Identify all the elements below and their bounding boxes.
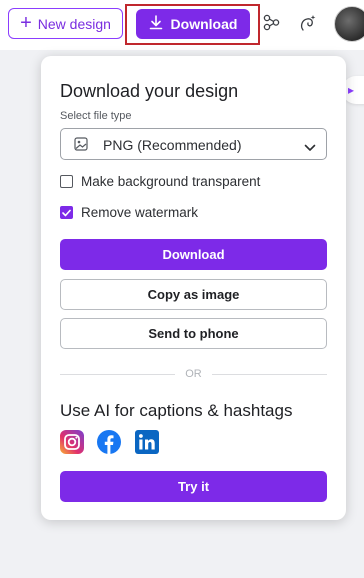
plus-icon: + bbox=[20, 11, 32, 34]
top-bar: + New design Download bbox=[0, 0, 364, 50]
transparent-background-option[interactable]: Make background transparent bbox=[60, 174, 260, 189]
or-divider: OR bbox=[60, 367, 327, 381]
download-top-button[interactable]: Download bbox=[136, 9, 250, 39]
checkmark-icon bbox=[62, 209, 71, 216]
panel-title: Download your design bbox=[60, 81, 239, 101]
instagram-icon[interactable] bbox=[60, 430, 84, 454]
file-type-label: Select file type bbox=[60, 110, 132, 122]
download-button[interactable]: Download bbox=[60, 239, 327, 270]
file-type-value: PNG (Recommended) bbox=[103, 137, 242, 153]
file-type-select[interactable]: PNG (Recommended) bbox=[60, 128, 327, 160]
avatar[interactable] bbox=[334, 6, 364, 42]
download-panel: Download your design Select file type PN… bbox=[41, 56, 346, 520]
chevron-right-icon: ▸ bbox=[348, 83, 355, 97]
watermark-checkbox[interactable] bbox=[60, 206, 73, 219]
divider-text: OR bbox=[185, 368, 202, 380]
new-design-button[interactable]: + New design bbox=[8, 8, 123, 39]
new-design-label: New design bbox=[37, 15, 111, 32]
copy-as-image-button[interactable]: Copy as image bbox=[60, 279, 327, 310]
image-icon bbox=[74, 137, 88, 156]
share-graph-icon[interactable] bbox=[260, 12, 282, 34]
linkedin-icon[interactable] bbox=[135, 430, 159, 454]
download-top-label: Download bbox=[170, 16, 238, 32]
facebook-icon[interactable] bbox=[97, 430, 121, 454]
send-to-phone-button[interactable]: Send to phone bbox=[60, 318, 327, 349]
try-it-button[interactable]: Try it bbox=[60, 471, 327, 502]
divider-line-left bbox=[60, 373, 176, 375]
watermark-label: Remove watermark bbox=[81, 205, 199, 220]
chevron-down-icon bbox=[304, 139, 316, 157]
ai-captions-title: Use AI for captions & hashtags bbox=[60, 401, 293, 420]
transparent-label: Make background transparent bbox=[81, 174, 261, 189]
transparent-checkbox[interactable] bbox=[60, 175, 73, 188]
remove-watermark-option[interactable]: Remove watermark bbox=[60, 205, 198, 220]
divider-line-right bbox=[211, 373, 327, 375]
magic-icon[interactable] bbox=[297, 12, 319, 34]
download-icon bbox=[149, 15, 163, 33]
